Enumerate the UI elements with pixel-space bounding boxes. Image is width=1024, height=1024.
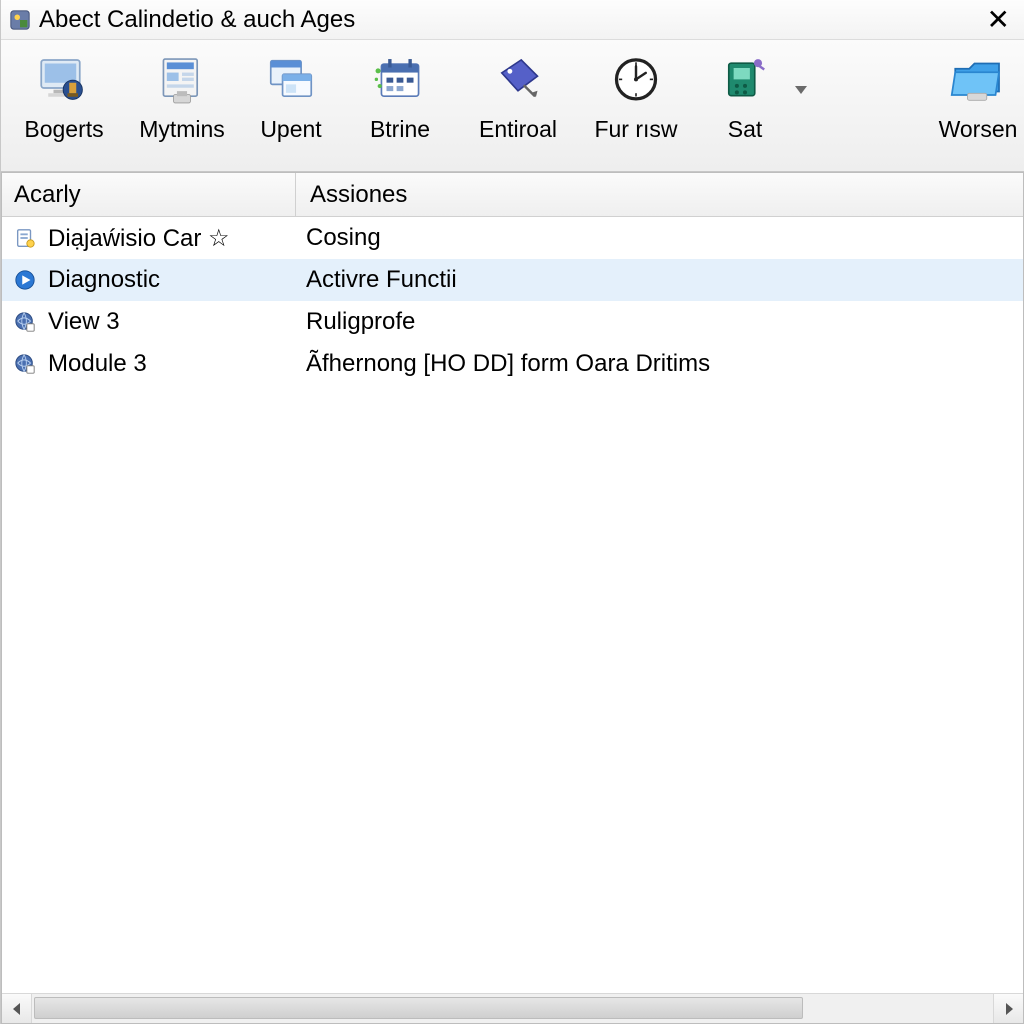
chevron-left-icon xyxy=(11,1002,23,1016)
layout-icon xyxy=(153,52,211,110)
toolbar-label: Entiroal xyxy=(479,116,557,143)
globe-icon xyxy=(12,351,38,377)
window: Abect Calindetio & auch Ages ✕ Bogerts xyxy=(0,0,1024,1024)
toolbar-label: Sat xyxy=(728,116,763,143)
scroll-thumb[interactable] xyxy=(34,997,803,1019)
toolbar-label: Bogerts xyxy=(24,116,103,143)
toolbar-button-btrine[interactable]: Btrine xyxy=(341,48,459,143)
chevron-down-icon xyxy=(794,85,808,95)
column-header-acarly[interactable]: Acarly xyxy=(2,173,296,216)
list-row[interactable]: View 3 Ruligprofe xyxy=(2,301,1023,343)
device-icon xyxy=(716,52,774,110)
row-acarly: Diạjaẃisio Car ☆ xyxy=(48,224,306,253)
toolbar-label: Worsen xyxy=(939,116,1018,143)
column-header-assiones[interactable]: Assiones xyxy=(296,173,1023,216)
windows-icon xyxy=(262,52,320,110)
calendar-icon xyxy=(371,52,429,110)
play-icon xyxy=(12,267,38,293)
horizontal-scrollbar[interactable] xyxy=(2,993,1023,1023)
folder-icon xyxy=(949,52,1007,110)
chevron-right-icon xyxy=(1003,1002,1015,1016)
toolbar-button-bogerts[interactable]: Bogerts xyxy=(5,48,123,143)
scroll-right-button[interactable] xyxy=(993,994,1023,1023)
row-acarly: Diagnostic xyxy=(48,266,306,294)
close-icon[interactable]: ✕ xyxy=(981,6,1016,34)
row-assiones: Ãfhernong [HO DD] form Oara Dritims xyxy=(306,350,1023,378)
toolbar-button-sat[interactable]: Sat xyxy=(695,48,795,143)
toolbar-button-entiroal[interactable]: Entiroal xyxy=(459,48,577,143)
toolbar-label: Btrine xyxy=(370,116,430,143)
scroll-track[interactable] xyxy=(32,994,993,1023)
list-row[interactable]: Diạjaẃisio Car ☆ Cosing xyxy=(2,217,1023,259)
list-row[interactable]: Diagnostic Activre Functii xyxy=(2,259,1023,301)
toolbar-label: Fur rısw xyxy=(594,116,677,143)
scroll-left-button[interactable] xyxy=(2,994,32,1023)
column-headers: Acarly Assiones xyxy=(2,173,1023,217)
app-icon xyxy=(9,9,31,31)
clock-icon xyxy=(607,52,665,110)
toolbar-button-furrisw[interactable]: Fur rısw xyxy=(577,48,695,143)
toolbar-label: Mytmins xyxy=(139,116,225,143)
window-title: Abect Calindetio & auch Ages xyxy=(39,6,981,34)
list-row[interactable]: Module 3 Ãfhernong [HO DD] form Oara Dri… xyxy=(2,343,1023,385)
toolbar-label: Upent xyxy=(260,116,321,143)
monitor-icon xyxy=(35,52,93,110)
tag-icon xyxy=(489,52,547,110)
toolbar-dropdown-arrow[interactable] xyxy=(789,85,813,95)
titlebar: Abect Calindetio & auch Ages ✕ xyxy=(1,0,1024,40)
row-assiones: Activre Functii xyxy=(306,266,1023,294)
toolbar: Bogerts Mytmins xyxy=(1,40,1024,172)
row-assiones: Ruligprofe xyxy=(306,308,1023,336)
document-icon xyxy=(12,225,38,251)
toolbar-button-mytmins[interactable]: Mytmins xyxy=(123,48,241,143)
toolbar-button-upent[interactable]: Upent xyxy=(241,48,341,143)
toolbar-button-worsen[interactable]: Worsen xyxy=(926,48,1024,143)
row-acarly: View 3 xyxy=(48,308,306,336)
row-assiones: Cosing xyxy=(306,224,1023,252)
globe-icon xyxy=(12,309,38,335)
content-panel: Acarly Assiones Diạjaẃisio Car ☆ Cosing xyxy=(1,172,1024,1024)
row-acarly: Module 3 xyxy=(48,350,306,378)
rows-container: Diạjaẃisio Car ☆ Cosing Diagnostic Activ… xyxy=(2,217,1023,993)
